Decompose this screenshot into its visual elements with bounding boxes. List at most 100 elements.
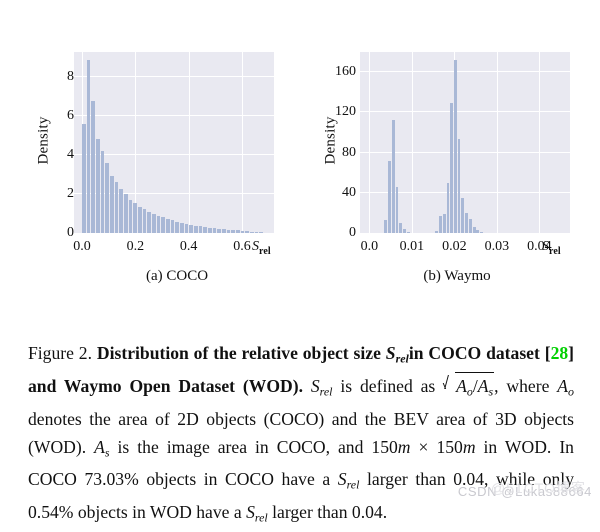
histogram-bar bbox=[250, 231, 254, 233]
y-tick-label: 80 bbox=[342, 144, 356, 160]
y-tick-label: 0 bbox=[67, 225, 74, 240]
histogram-bar bbox=[147, 211, 152, 233]
caption-text-2: , where bbox=[494, 376, 550, 397]
gridline-vertical bbox=[411, 52, 413, 233]
histogram-bar bbox=[236, 230, 240, 233]
histogram-bar bbox=[446, 182, 450, 233]
gridline-vertical bbox=[188, 52, 190, 233]
sqrt-numerator: A bbox=[456, 376, 467, 397]
x-tick-label: 0.0 bbox=[360, 239, 379, 254]
caption-bold-mid-1: in COCO dataset [ bbox=[408, 342, 551, 363]
y-tick-label: 4 bbox=[67, 147, 74, 163]
gridline-vertical bbox=[369, 52, 371, 233]
histogram-bar bbox=[86, 59, 91, 233]
chart-panel-waymo: Density 0 40 80 120 160 0.0 0.01 0.02 0.03 0.04 … bbox=[300, 0, 590, 300]
gridline-vertical bbox=[242, 52, 243, 233]
histogram-bar bbox=[472, 226, 476, 233]
histogram-bar bbox=[138, 206, 142, 233]
histogram-bar bbox=[254, 232, 259, 233]
histogram-bar bbox=[240, 230, 245, 233]
gridline-horizontal bbox=[74, 115, 274, 117]
histogram-bar bbox=[133, 203, 138, 233]
histogram-bar bbox=[399, 222, 403, 233]
x-tick-label: 0.0 bbox=[73, 239, 91, 254]
caption-figure-number: Figure 2. bbox=[28, 342, 93, 363]
x-tick-label: 0.01 bbox=[399, 239, 425, 254]
caption-text-7: larger than 0.04. bbox=[272, 502, 388, 522]
x-tick-label: 0.6 bbox=[233, 239, 251, 254]
x-axis-symbol: S bbox=[252, 239, 259, 254]
histogram-bar bbox=[110, 175, 114, 233]
histogram-bar bbox=[175, 221, 180, 233]
histogram-bar bbox=[166, 219, 170, 233]
histogram-bar bbox=[161, 217, 166, 233]
subcaption-waymo: (b) Waymo bbox=[423, 268, 491, 284]
caption-srel-4: Srel bbox=[246, 502, 268, 525]
histogram-bar bbox=[82, 124, 86, 233]
histogram-bar bbox=[483, 232, 487, 233]
histogram-bar bbox=[142, 209, 147, 233]
watermark-underlay: @51CTO博客 bbox=[490, 480, 586, 496]
histogram-bar bbox=[100, 151, 105, 233]
histogram-bar bbox=[203, 227, 208, 233]
y-tick-label: 120 bbox=[335, 104, 356, 120]
histogram-bar bbox=[189, 224, 194, 233]
histogram-bar bbox=[156, 215, 161, 233]
histogram-bar bbox=[128, 199, 133, 233]
histogram-bar bbox=[212, 228, 217, 233]
histogram-bar bbox=[469, 218, 472, 233]
x-axis-subscript: rel bbox=[259, 245, 271, 257]
subcaption-coco: (a) COCO bbox=[145, 268, 209, 284]
histogram-bar bbox=[124, 194, 128, 233]
histogram-bar bbox=[114, 182, 119, 233]
y-tick-label: 6 bbox=[67, 108, 74, 124]
histogram-bar bbox=[480, 232, 483, 233]
histogram-bar bbox=[222, 229, 226, 233]
histogram-bar bbox=[96, 138, 100, 233]
histogram-bar bbox=[442, 213, 446, 233]
histogram-bar bbox=[465, 212, 469, 233]
histogram-bar bbox=[476, 229, 480, 233]
sqrt-denominator: A bbox=[477, 376, 489, 397]
y-tick-label: 160 bbox=[335, 64, 356, 80]
caption-srel-1: Srel bbox=[385, 342, 409, 365]
caption-bold-lead: Distribution of the relative object size bbox=[96, 342, 381, 363]
plot-area-coco bbox=[74, 52, 274, 233]
gridline-vertical bbox=[496, 52, 498, 233]
y-tick-label: 2 bbox=[67, 186, 74, 202]
histogram-bar bbox=[392, 120, 395, 233]
histogram-bar bbox=[407, 232, 410, 233]
histogram-bar bbox=[170, 220, 175, 233]
histogram-bar bbox=[198, 226, 203, 233]
histogram-bar bbox=[245, 231, 250, 233]
histogram-bar bbox=[388, 160, 392, 233]
histogram-bar bbox=[450, 103, 454, 233]
x-axis-symbol: S bbox=[542, 239, 549, 254]
x-tick-label: 0.4 bbox=[179, 239, 198, 254]
histogram-bar bbox=[91, 100, 96, 233]
histogram-bar bbox=[454, 60, 458, 233]
x-axis-name-waymo: Srel bbox=[542, 240, 561, 257]
caption-text-4: is the image area in COCO, and bbox=[117, 436, 364, 457]
caption-citation-28[interactable]: 28 bbox=[551, 343, 569, 363]
histogram-bar bbox=[457, 139, 461, 233]
histogram-bar bbox=[435, 231, 439, 233]
caption-srel-3: Srel bbox=[337, 469, 360, 492]
histogram-bar bbox=[194, 225, 198, 233]
histogram-bar bbox=[152, 213, 156, 233]
caption-as: As bbox=[94, 436, 110, 459]
caption-area-expression: 150m × 150m bbox=[371, 436, 476, 457]
histogram-bar bbox=[208, 227, 212, 233]
histogram-bar bbox=[438, 215, 442, 233]
y-tick-label: 40 bbox=[342, 184, 356, 200]
x-tick-label: 0.02 bbox=[442, 239, 467, 254]
histogram-bar bbox=[395, 186, 399, 233]
caption-sqrt-expression: Ao/As bbox=[444, 372, 495, 406]
histogram-bar bbox=[231, 230, 236, 233]
figure-caption: Figure 2. Distribution of the relative o… bbox=[28, 340, 574, 532]
chart-panel-coco: Density 02468 0.0 0.2 0.4 0.6 Srel (a) COCO bbox=[6, 0, 296, 300]
csdn-watermark: @51CTO博客 CSDN @Lukas88664 bbox=[458, 480, 592, 499]
x-axis-subscript: rel bbox=[549, 245, 561, 257]
caption-srel-2: Srel bbox=[310, 376, 333, 399]
x-tick-label: 0.03 bbox=[484, 239, 510, 254]
